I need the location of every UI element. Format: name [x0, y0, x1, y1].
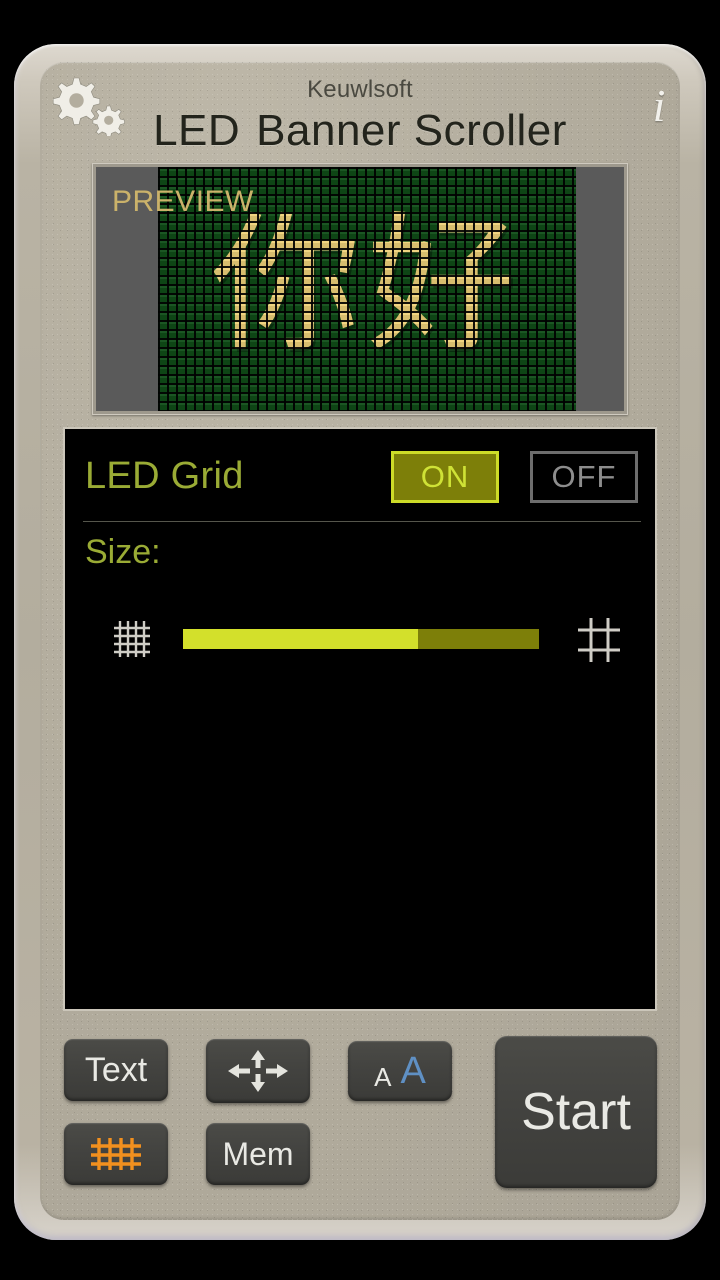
- font-size-button[interactable]: AA: [348, 1041, 452, 1101]
- text-button[interactable]: Text: [64, 1039, 168, 1101]
- preview-stage: 你好 PREVIEW: [96, 167, 624, 411]
- fine-grid-icon: [111, 617, 153, 661]
- size-slider-row: [65, 607, 655, 677]
- start-button[interactable]: Start: [495, 1036, 657, 1188]
- led-grid-off-button[interactable]: OFF: [530, 451, 638, 503]
- led-grid-on-button[interactable]: ON: [391, 451, 499, 503]
- led-grid-label: LED Grid: [85, 455, 244, 497]
- four-arrows-icon: [228, 1050, 288, 1092]
- font-size-icon: AA: [374, 1050, 426, 1093]
- section-divider: [83, 521, 641, 522]
- memory-button[interactable]: Mem: [206, 1123, 310, 1185]
- font-a-small: A: [374, 1061, 392, 1092]
- font-a-large: A: [400, 1049, 426, 1092]
- preview-panel[interactable]: 你好 PREVIEW: [92, 163, 628, 415]
- coarse-grid-icon: [575, 615, 623, 665]
- led-grid-row: LED Grid ON OFF: [65, 429, 655, 521]
- direction-button[interactable]: [206, 1039, 310, 1103]
- grid-settings-button[interactable]: [64, 1123, 168, 1185]
- settings-panel: LED Grid ON OFF Size:: [63, 427, 657, 1011]
- size-slider[interactable]: [183, 629, 539, 649]
- size-slider-fill: [183, 629, 418, 649]
- preview-label: PREVIEW: [112, 185, 254, 218]
- size-label: Size:: [85, 533, 161, 571]
- info-icon[interactable]: i: [644, 78, 674, 134]
- settings-gears-icon[interactable]: [44, 74, 128, 138]
- grid-icon: [91, 1138, 141, 1170]
- app-root: i Keuwlsoft LED Banner Scroller 你好 PREVIE…: [0, 0, 720, 1280]
- page-title-part2: Banner Scroller: [256, 106, 567, 155]
- page-title-part1: LED: [153, 106, 241, 155]
